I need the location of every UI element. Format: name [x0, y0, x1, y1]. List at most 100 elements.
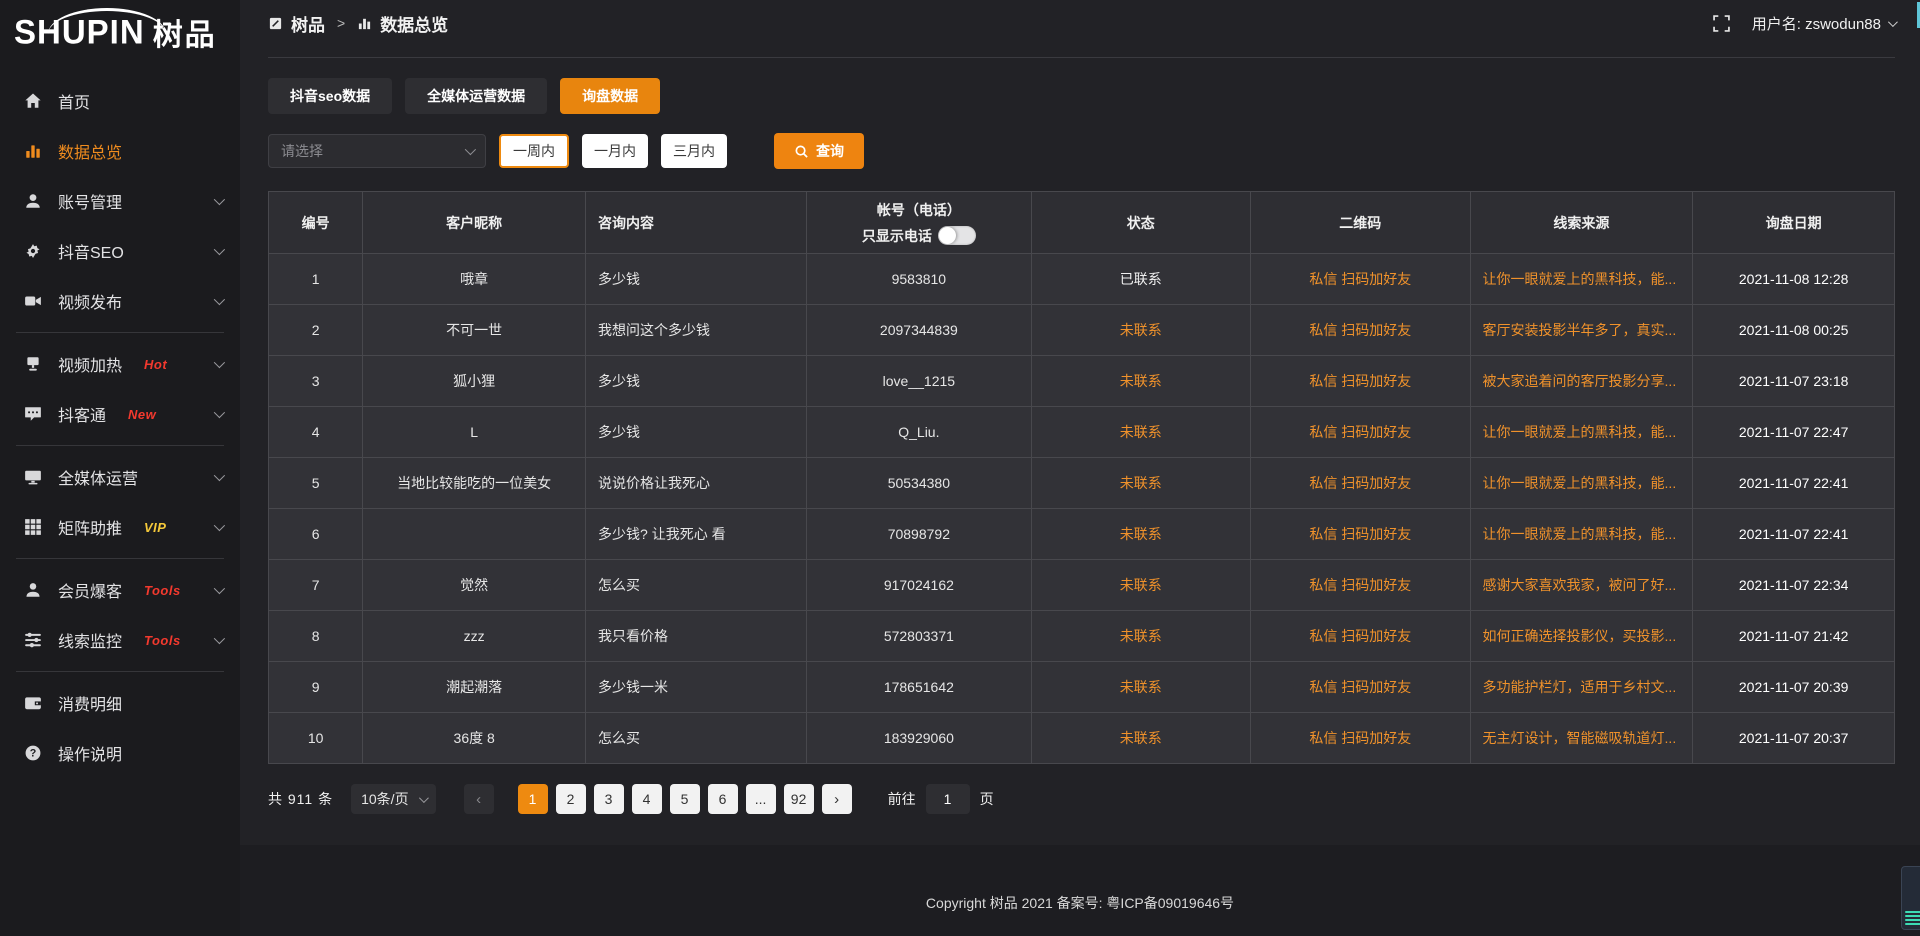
next-page-button[interactable]: ›	[822, 784, 852, 814]
sidebar-item-chart[interactable]: 数据总览	[0, 126, 240, 176]
row-number: 9	[269, 662, 363, 713]
lead-source-link[interactable]: 让你一眼就爱上的黑科技，能...	[1470, 407, 1693, 458]
qr-add-friend-link[interactable]: 私信 扫码加好友	[1251, 254, 1471, 305]
chevron-down-icon	[214, 357, 225, 368]
page-button-6[interactable]: 6	[708, 784, 738, 814]
goto-page-input[interactable]	[926, 784, 970, 814]
inquiry-date: 2021-11-07 20:39	[1693, 662, 1895, 713]
lead-source-link[interactable]: 如何正确选择投影仪，买投影...	[1470, 611, 1693, 662]
corner-widget[interactable]	[1901, 866, 1920, 930]
account-phone: 572803371	[807, 611, 1031, 662]
sidebar-item-matrix[interactable]: 矩阵助推VIP	[0, 502, 240, 552]
chevron-down-icon	[214, 633, 225, 644]
member-icon	[24, 581, 42, 599]
qr-add-friend-link[interactable]: 私信 扫码加好友	[1251, 662, 1471, 713]
account-phone: Q_Liu.	[807, 407, 1031, 458]
filter-row: 请选择 一周内一月内三月内 查询	[268, 133, 1895, 169]
content: 抖音seo数据全媒体运营数据询盘数据 请选择 一周内一月内三月内 查询 编号 客…	[240, 58, 1920, 936]
sidebar-item-chat[interactable]: 抖客通New	[0, 389, 240, 439]
breadcrumb-current: 数据总览	[380, 11, 448, 36]
qr-add-friend-link[interactable]: 私信 扫码加好友	[1251, 458, 1471, 509]
table-row: 6多少钱? 让我死心 看70898792未联系私信 扫码加好友让你一眼就爱上的黑…	[269, 509, 1895, 560]
qr-add-friend-link[interactable]: 私信 扫码加好友	[1251, 407, 1471, 458]
sidebar-item-label: 抖客通	[58, 402, 106, 426]
inquiry-date: 2021-11-07 22:47	[1693, 407, 1895, 458]
lead-source-link[interactable]: 被大家追着问的客厅投影分享...	[1470, 356, 1693, 407]
sidebar-item-user[interactable]: 账号管理	[0, 176, 240, 226]
row-number: 10	[269, 713, 363, 764]
qr-add-friend-link[interactable]: 私信 扫码加好友	[1251, 560, 1471, 611]
page-button-2[interactable]: 2	[556, 784, 586, 814]
col-inquiry-date: 询盘日期	[1693, 192, 1895, 254]
filter-select[interactable]: 请选择	[268, 134, 486, 168]
page-button-92[interactable]: 92	[784, 784, 814, 814]
qr-add-friend-link[interactable]: 私信 扫码加好友	[1251, 713, 1471, 764]
sidebar-item-media[interactable]: 全媒体运营	[0, 452, 240, 502]
lead-source-link[interactable]: 客厅安装投影半年多了，真实...	[1470, 305, 1693, 356]
inquiry-date: 2021-11-07 22:41	[1693, 458, 1895, 509]
search-icon	[794, 144, 809, 159]
sidebar-item-gear[interactable]: 抖音SEO	[0, 226, 240, 276]
user-menu[interactable]: 用户名: zswodun88	[1752, 13, 1895, 34]
phone-only-toggle[interactable]	[938, 226, 976, 245]
account-phone: 2097344839	[807, 305, 1031, 356]
sidebar-item-member[interactable]: 会员爆客 Tools	[0, 565, 240, 615]
range-button[interactable]: 一周内	[499, 134, 569, 168]
sidebar-item-monitor[interactable]: 线索监控Tools	[0, 615, 240, 665]
page-button-1[interactable]: 1	[518, 784, 548, 814]
sidebar-item-label: 会员爆客	[58, 578, 122, 602]
data-tabs: 抖音seo数据全媒体运营数据询盘数据	[268, 78, 1895, 114]
logo-text-en: SHUPIN	[14, 12, 145, 52]
sidebar-item-label: 视频发布	[58, 289, 122, 313]
page-button-4[interactable]: 4	[632, 784, 662, 814]
account-phone: 917024162	[807, 560, 1031, 611]
sidebar-item-help[interactable]: ?操作说明	[0, 728, 240, 778]
page-button-...[interactable]: ...	[746, 784, 776, 814]
sidebar-item-badge: Tools	[144, 583, 181, 598]
sidebar-item-consume[interactable]: 消费明细	[0, 678, 240, 728]
page-size-select[interactable]: 10条/页	[351, 784, 435, 814]
sidebar-item-label: 线索监控	[58, 628, 122, 652]
lead-source-link[interactable]: 让你一眼就爱上的黑科技，能...	[1470, 509, 1693, 560]
sidebar-item-heat[interactable]: 视频加热Hot	[0, 339, 240, 389]
query-button[interactable]: 查询	[774, 133, 864, 169]
tab-抖音seo数据[interactable]: 抖音seo数据	[268, 78, 392, 114]
range-button[interactable]: 三月内	[661, 134, 727, 168]
qr-add-friend-link[interactable]: 私信 扫码加好友	[1251, 611, 1471, 662]
inquiry-date: 2021-11-08 12:28	[1693, 254, 1895, 305]
username-label: 用户名: zswodun88	[1752, 13, 1881, 34]
chevron-down-icon	[214, 294, 225, 305]
monitor-icon	[24, 631, 42, 649]
status-label: 未联系	[1031, 305, 1251, 356]
inquiry-table: 编号 客户昵称 咨询内容 帐号（电话） 只显示电话 状态 二维码 线索来源 询盘…	[268, 191, 1895, 764]
sidebar-divider	[16, 671, 224, 672]
sidebar-item-label: 首页	[58, 89, 90, 113]
chat-icon	[24, 405, 42, 423]
lead-source-link[interactable]: 无主灯设计，智能磁吸轨道灯...	[1470, 713, 1693, 764]
topbar-right: 用户名: zswodun88	[1713, 13, 1895, 34]
qr-add-friend-link[interactable]: 私信 扫码加好友	[1251, 509, 1471, 560]
home-icon	[24, 92, 42, 110]
inquiry-content: 多少钱一米	[586, 662, 807, 713]
tab-全媒体运营数据[interactable]: 全媒体运营数据	[405, 78, 547, 114]
row-number: 8	[269, 611, 363, 662]
account-phone: 70898792	[807, 509, 1031, 560]
sidebar-item-home[interactable]: 首页	[0, 76, 240, 126]
qr-add-friend-link[interactable]: 私信 扫码加好友	[1251, 305, 1471, 356]
customer-nickname: 不可一世	[363, 305, 586, 356]
qr-add-friend-link[interactable]: 私信 扫码加好友	[1251, 356, 1471, 407]
tab-询盘数据[interactable]: 询盘数据	[560, 78, 660, 114]
lead-source-link[interactable]: 多功能护栏灯，适用于乡村文...	[1470, 662, 1693, 713]
prev-page-button[interactable]: ‹	[464, 784, 494, 814]
sidebar-item-video[interactable]: 视频发布	[0, 276, 240, 326]
fullscreen-icon[interactable]	[1713, 15, 1730, 32]
page-button-5[interactable]: 5	[670, 784, 700, 814]
lead-source-link[interactable]: 让你一眼就爱上的黑科技，能...	[1470, 254, 1693, 305]
page-button-3[interactable]: 3	[594, 784, 624, 814]
inquiry-content: 多少钱	[586, 356, 807, 407]
range-button[interactable]: 一月内	[582, 134, 648, 168]
lead-source-link[interactable]: 感谢大家喜欢我家，被问了好...	[1470, 560, 1693, 611]
breadcrumb-home[interactable]: 树品	[291, 11, 325, 36]
table-row: 5当地比较能吃的一位美女说说价格让我死心50534380未联系私信 扫码加好友让…	[269, 458, 1895, 509]
lead-source-link[interactable]: 让你一眼就爱上的黑科技，能...	[1470, 458, 1693, 509]
